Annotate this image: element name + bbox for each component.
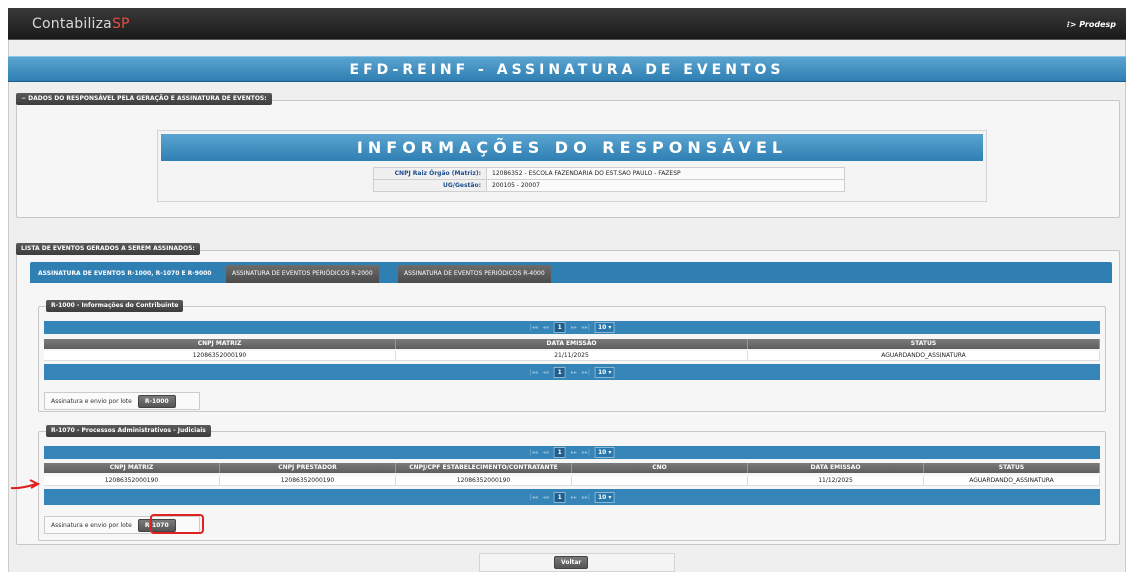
first-page-icon[interactable]: |◂◂ — [530, 449, 538, 456]
responsavel-panel: INFORMAÇÕES DO RESPONSÁVEL CNPJ Raiz Órg… — [157, 130, 987, 202]
last-page-icon[interactable]: ▸▸| — [582, 369, 590, 376]
column-header[interactable]: CNPJ MATRIZ — [44, 463, 220, 473]
top-bar: ContabilizaSP ⁝> Prodesp — [8, 8, 1126, 40]
table-cell: 12086352000190 — [44, 476, 220, 485]
page-size-select[interactable]: 10 ▾ — [594, 447, 615, 458]
tab-periodicos-r2000[interactable]: ASSINATURA DE EVENTOS PERIÓDICOS R-2000 — [226, 265, 379, 283]
table-cell: 12086352000190 — [396, 476, 572, 485]
r1000-pager-bottom: |◂◂ ◂◂ 1 ▸▸ ▸▸| 10 ▾ — [44, 364, 1100, 380]
ug-label: UG/Gestão: — [373, 179, 487, 192]
info-row: UG/Gestão: 200105 - 20007 — [373, 179, 845, 192]
first-page-icon[interactable]: |◂◂ — [530, 369, 538, 376]
responsavel-title: INFORMAÇÕES DO RESPONSÁVEL — [161, 134, 983, 161]
next-page-icon[interactable]: ▸▸ — [571, 324, 577, 331]
r1070-grid-header: CNPJ MATRIZ CNPJ PRESTADOR CNPJ/CPF ESTA… — [44, 463, 1100, 473]
responsavel-legend[interactable]: − DADOS DO RESPONSÁVEL PELA GERAÇÃO E AS… — [16, 93, 272, 105]
highlight-annotation — [150, 514, 204, 534]
table-cell: 12086352000190 — [44, 351, 396, 360]
voltar-button[interactable]: Voltar — [554, 556, 589, 569]
column-header[interactable]: DATA EMISSÃO — [396, 339, 748, 349]
page-size-select[interactable]: 10 ▾ — [594, 492, 615, 503]
chevron-down-icon: ▾ — [606, 449, 612, 456]
column-header[interactable]: DATA EMISSAO — [748, 463, 924, 473]
table-row[interactable]: 12086352000190 21/11/2025 AGUARDANDO_ASS… — [44, 351, 1100, 361]
vendor-logo: ⁝> Prodesp — [1066, 20, 1116, 29]
prev-page-icon[interactable]: ◂◂ — [543, 324, 549, 331]
prev-page-icon[interactable]: ◂◂ — [543, 494, 549, 501]
column-header[interactable]: CNO — [572, 463, 748, 473]
page-number[interactable]: 1 — [553, 322, 566, 333]
page-number[interactable]: 1 — [553, 367, 566, 378]
last-page-icon[interactable]: ▸▸| — [582, 324, 590, 331]
table-cell — [572, 476, 748, 485]
prev-page-icon[interactable]: ◂◂ — [543, 369, 549, 376]
table-cell: 12086352000190 — [220, 476, 396, 485]
first-page-icon[interactable]: |◂◂ — [530, 494, 538, 501]
cnpj-label: CNPJ Raiz Órgão (Matriz): — [373, 167, 487, 180]
tab-bar: ASSINATURA DE EVENTOS R-1000, R-1070 E R… — [30, 262, 1112, 283]
r1000-grid-header: CNPJ MATRIZ DATA EMISSÃO STATUS — [44, 339, 1100, 349]
column-header[interactable]: CNPJ/CPF ESTABELECIMENTO/CONTRATANTE — [396, 463, 572, 473]
r1070-legend: R-1070 - Processos Administrativos - Jud… — [46, 425, 211, 437]
next-page-icon[interactable]: ▸▸ — [571, 494, 577, 501]
column-header[interactable]: STATUS — [924, 463, 1100, 473]
next-page-icon[interactable]: ▸▸ — [571, 449, 577, 456]
sparkle-icon: ⁝> — [1066, 20, 1077, 29]
r1070-pager-bottom: |◂◂ ◂◂ 1 ▸▸ ▸▸| 10 ▾ — [44, 489, 1100, 505]
prev-page-icon[interactable]: ◂◂ — [543, 449, 549, 456]
page-size-select[interactable]: 10 ▾ — [594, 322, 615, 333]
page-size-select[interactable]: 10 ▾ — [594, 367, 615, 378]
page-number[interactable]: 1 — [553, 492, 566, 503]
column-header[interactable]: STATUS — [748, 339, 1100, 349]
page-number[interactable]: 1 — [553, 447, 566, 458]
table-cell: AGUARDANDO_ASSINATURA — [748, 351, 1100, 360]
first-page-icon[interactable]: |◂◂ — [530, 324, 538, 331]
table-cell: 21/11/2025 — [396, 351, 748, 360]
chevron-down-icon: ▾ — [606, 369, 612, 376]
r1000-legend: R-1000 - Informações do Contribuinte — [46, 300, 184, 312]
last-page-icon[interactable]: ▸▸| — [582, 449, 590, 456]
app-logo[interactable]: ContabilizaSP — [32, 16, 130, 32]
cnpj-value: 12086352 - ESCOLA FAZENDARIA DO EST.SAO … — [486, 167, 845, 180]
tab-periodicos-r4000[interactable]: ASSINATURA DE EVENTOS PERIÓDICOS R-4000 — [398, 265, 551, 283]
column-header[interactable]: CNPJ MATRIZ — [44, 339, 396, 349]
info-row: CNPJ Raiz Órgão (Matriz): 12086352 - ESC… — [373, 167, 845, 180]
lista-legend: LISTA DE EVENTOS GERADOS A SEREM ASSINAD… — [16, 243, 200, 255]
table-row[interactable]: 12086352000190 12086352000190 1208635200… — [44, 476, 1100, 486]
next-page-icon[interactable]: ▸▸ — [571, 369, 577, 376]
r1000-sign-button[interactable]: R-1000 — [137, 394, 176, 408]
chevron-down-icon: ▾ — [606, 494, 612, 501]
tab-r1000-r1070-r9000[interactable]: ASSINATURA DE EVENTOS R-1000, R-1070 E R… — [32, 265, 218, 283]
column-header[interactable]: CNPJ PRESTADOR — [220, 463, 396, 473]
responsavel-table: CNPJ Raiz Órgão (Matriz): 12086352 - ESC… — [373, 167, 845, 192]
r1070-pager-top: |◂◂ ◂◂ 1 ▸▸ ▸▸| 10 ▾ — [44, 446, 1100, 459]
r1000-lote: Assinatura e envio por lote R-1000 — [44, 392, 200, 410]
table-cell: AGUARDANDO_ASSINATURA — [924, 476, 1100, 485]
last-page-icon[interactable]: ▸▸| — [582, 494, 590, 501]
page-title: EFD-REINF - ASSINATURA DE EVENTOS — [8, 56, 1126, 82]
arrow-annotation-icon — [10, 479, 40, 490]
r1000-pager-top: |◂◂ ◂◂ 1 ▸▸ ▸▸| 10 ▾ — [44, 321, 1100, 334]
chevron-down-icon: ▾ — [606, 324, 612, 331]
lote-label: Assinatura e envio por lote — [51, 397, 132, 405]
ug-value: 200105 - 20007 — [486, 179, 845, 192]
lote-label: Assinatura e envio por lote — [51, 521, 132, 529]
table-cell: 11/12/2025 — [748, 476, 924, 485]
